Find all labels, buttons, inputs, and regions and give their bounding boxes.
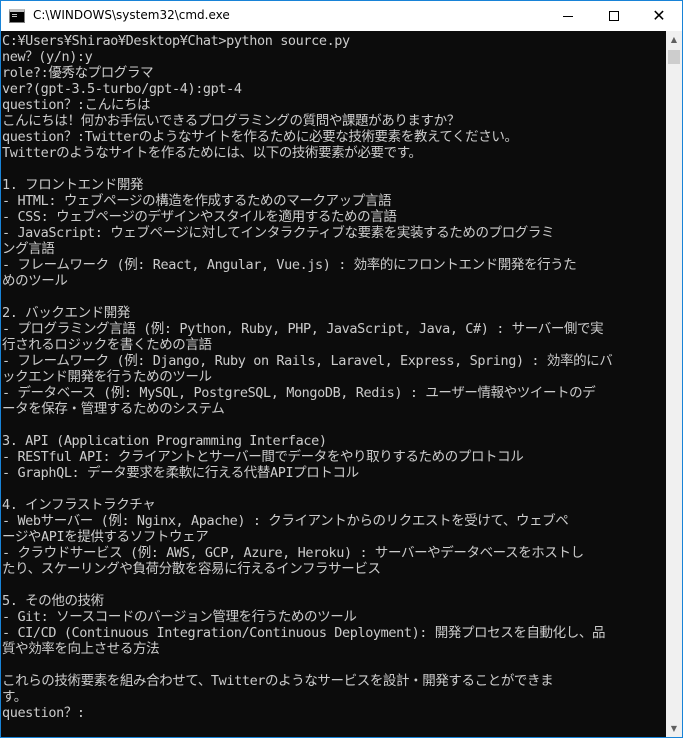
console-line: - データベース (例: MySQL, PostgreSQL, MongoDB,…: [2, 385, 596, 401]
console-line: - フレームワーク (例: Django, Ruby on Rails, Lar…: [2, 353, 613, 369]
console-line: - Webサーバー (例: Nginx, Apache) : クライアントからの…: [2, 513, 569, 529]
scroll-up-arrow-icon: ▲: [670, 35, 678, 44]
console-line: す。: [2, 689, 27, 705]
console-line: - HTML: ウェブページの構造を作成するためのマークアップ言語: [2, 193, 392, 209]
console-line: C:¥Users¥Shirao¥Desktop¥Chat>python sour…: [2, 33, 350, 49]
minimize-icon: [563, 15, 573, 17]
vertical-scrollbar[interactable]: ▲ ▼: [666, 31, 682, 737]
console-line: ング言語: [2, 241, 55, 257]
console-line: こんにちは！何かお手伝いできるプログラミングの質問や課題がありますか？: [2, 113, 460, 129]
console-app-icon[interactable]: [9, 9, 25, 23]
console-line: Twitterのようなサイトを作るためには、以下の技術要素が必要です。: [2, 145, 422, 161]
console-line: これらの技術要素を組み合わせて、Twitterのようなサービスを設計・開発するこ…: [2, 673, 554, 689]
console-line: ver?(gpt-3.5-turbo/gpt-4):gpt-4: [2, 81, 242, 97]
window-title: C:\WINDOWS\system32\cmd.exe: [33, 8, 230, 22]
console-line: 2. バックエンド開発: [2, 305, 130, 321]
console-line: めのツール: [2, 273, 68, 289]
console-line: role?:優秀なプログラマ: [2, 65, 154, 81]
console-line: - クラウドサービス (例: AWS, GCP, Azure, Heroku) …: [2, 545, 584, 561]
scroll-up-button[interactable]: ▲: [666, 31, 682, 48]
console-line: new？(y/n):y: [2, 49, 93, 65]
console-line: question？:こんにちは: [2, 97, 151, 113]
console-line: - GraphQL: データ要求を柔軟に行える代替APIプロトコル: [2, 465, 359, 481]
console-line: - プログラミング言語 (例: Python, Ruby, PHP, JavaS…: [2, 321, 604, 337]
scroll-thumb[interactable]: [668, 50, 680, 64]
cmd-window: C:\WINDOWS\system32\cmd.exe ✕ C:¥Users¥S…: [0, 0, 683, 738]
console-line: ックエンド開発を行うためのツール: [2, 369, 212, 385]
close-button[interactable]: ✕: [636, 1, 682, 31]
console-line: - RESTful API: クライアントとサーバー間でデータをやり取りするため…: [2, 449, 524, 465]
console-line: question？:Twitterのようなサイトを作るために必要な技術要素を教え…: [2, 129, 518, 145]
console-line: 5. その他の技術: [2, 593, 104, 609]
console-line: たり、スケーリングや負荷分散を容易に行えるインフラサービス: [2, 561, 381, 577]
minimize-button[interactable]: [545, 1, 591, 31]
console-line: - フレームワーク (例: React, Angular, Vue.js) : …: [2, 257, 577, 273]
console-line: - Git: ソースコードのバージョン管理を行うためのツール: [2, 609, 357, 625]
console-line: - CI/CD (Continuous Integration/Continuo…: [2, 625, 606, 641]
console-line: - JavaScript: ウェブページに対してインタラクティブな要素を実装する…: [2, 225, 555, 241]
maximize-icon: [609, 11, 619, 21]
console-line: question？:: [2, 705, 85, 721]
console-line: 1. フロントエンド開発: [2, 177, 144, 193]
close-icon: ✕: [652, 6, 666, 25]
console-line: ータを保存・管理するためのシステム: [2, 401, 225, 417]
console-output[interactable]: C:¥Users¥Shirao¥Desktop¥Chat>python sour…: [1, 31, 666, 737]
scroll-down-arrow-icon: ▼: [670, 724, 678, 733]
console-line: - CSS: ウェブページのデザインやスタイルを適用するための言語: [2, 209, 397, 225]
title-bar[interactable]: C:\WINDOWS\system32\cmd.exe ✕: [1, 1, 682, 31]
console-line: 4. インフラストラクチャ: [2, 497, 156, 513]
scroll-down-button[interactable]: ▼: [666, 720, 682, 737]
console-line: ージやAPIを提供するソフトウェア: [2, 529, 209, 545]
maximize-button[interactable]: [591, 1, 637, 31]
console-line: 行されるロジックを書くための言語: [2, 337, 212, 353]
console-line: 質や効率を向上させる方法: [2, 641, 160, 657]
console-line: 3. API (Application Programming Interfac…: [2, 433, 327, 449]
